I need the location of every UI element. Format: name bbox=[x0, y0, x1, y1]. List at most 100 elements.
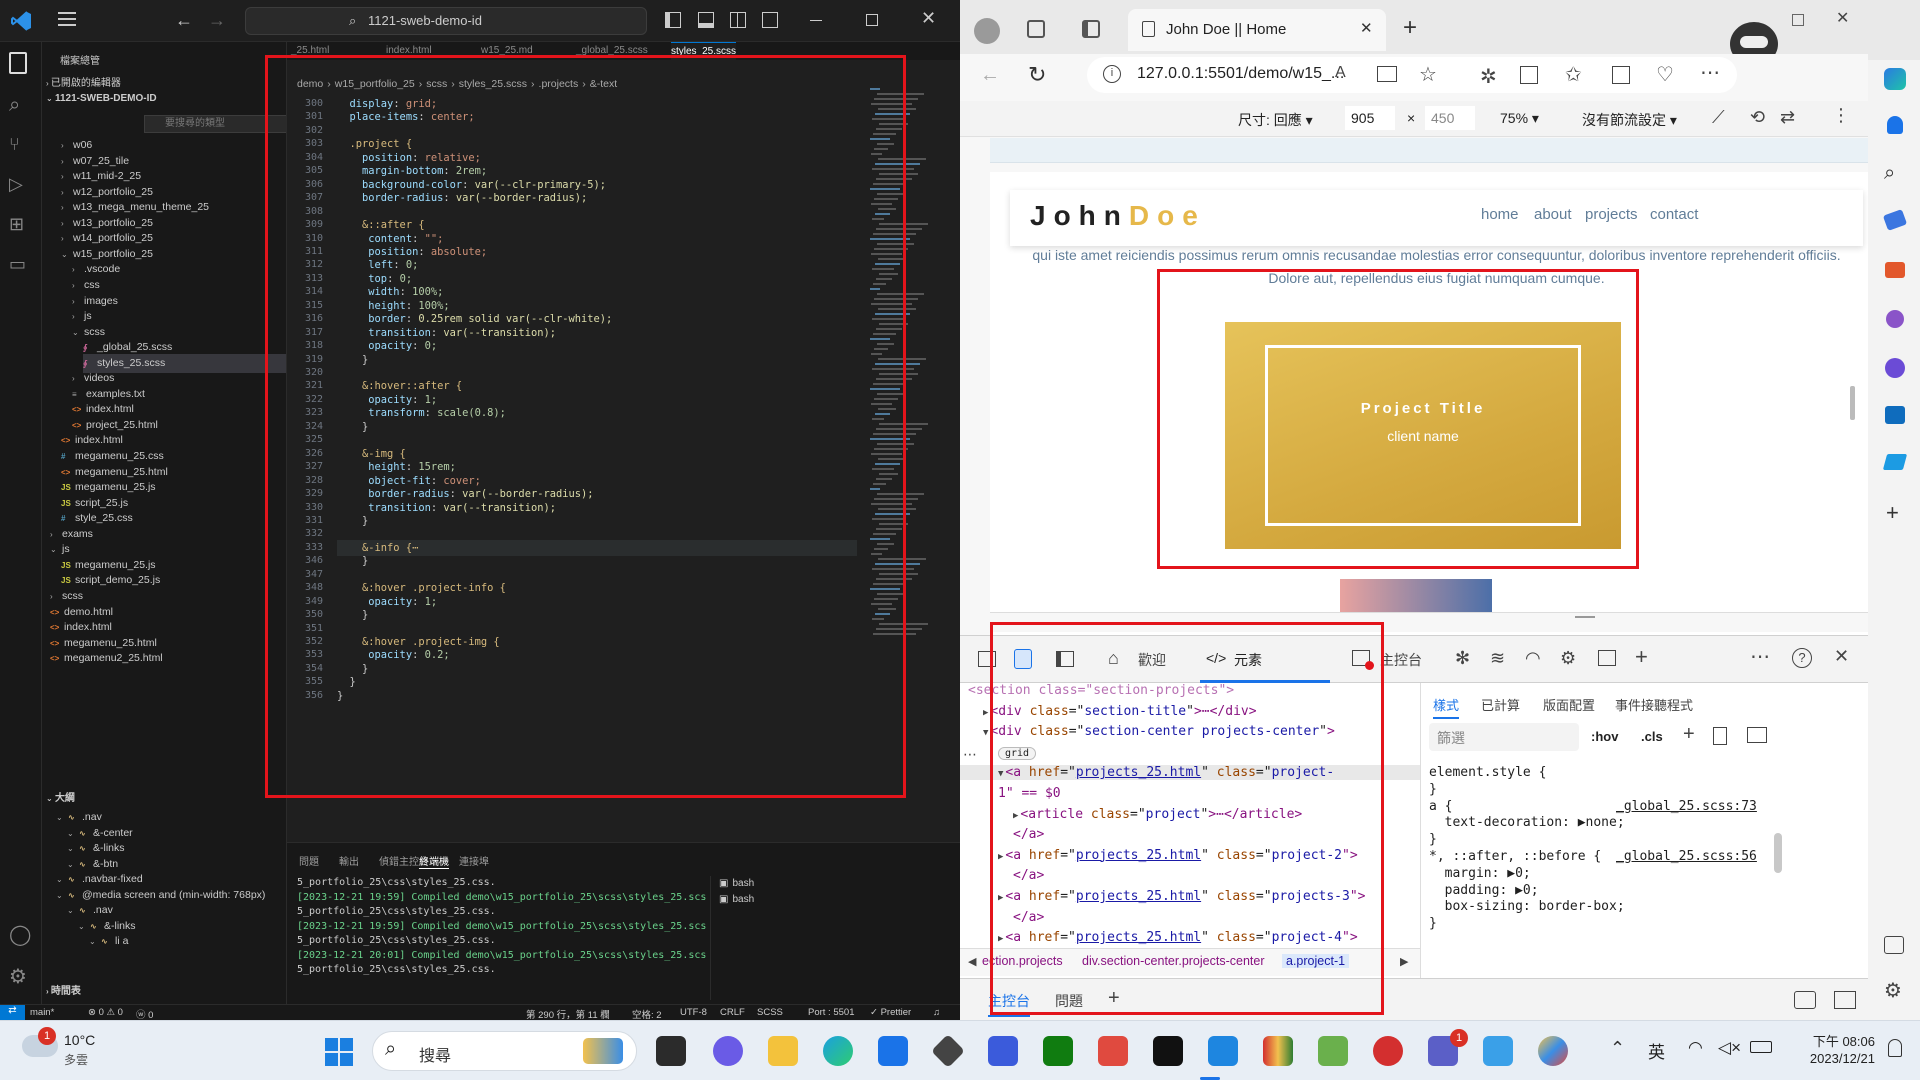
menu-icon[interactable] bbox=[58, 12, 76, 26]
collections-icon[interactable] bbox=[1612, 66, 1630, 84]
dom-crumb[interactable]: ection.projects bbox=[982, 954, 1063, 968]
dom-node[interactable]: 1" == $0 bbox=[998, 786, 1061, 801]
dom-node[interactable]: ▶ <a href="projects_25.html" class="proje… bbox=[998, 848, 1358, 863]
browser-essentials-icon[interactable]: ♡ bbox=[1656, 62, 1674, 87]
vscode-taskbar-icon[interactable] bbox=[1208, 1036, 1238, 1066]
media-query-bar[interactable] bbox=[990, 138, 1868, 163]
breadcrumb-item[interactable]: w15_portfolio_25 bbox=[335, 78, 415, 90]
refresh-icon[interactable]: ↻ bbox=[1028, 62, 1046, 88]
expand-toggle-icon[interactable]: ▶ bbox=[1013, 811, 1018, 821]
styles-scrollbar[interactable] bbox=[1774, 833, 1782, 873]
dom-node[interactable]: ▶ <a href="projects_25.html" class="proje… bbox=[998, 889, 1366, 904]
device-emulation-icon[interactable] bbox=[1014, 649, 1032, 669]
start-button[interactable] bbox=[325, 1038, 353, 1066]
rotate-icon[interactable]: ⟲ bbox=[1750, 107, 1765, 128]
editor-tab[interactable]: styles_25.scss bbox=[671, 42, 737, 60]
breadcrumb-item[interactable]: scss bbox=[426, 78, 447, 90]
styles-tab[interactable]: 事件接聽程式 bbox=[1615, 695, 1693, 714]
site-nav-link[interactable]: projects bbox=[1585, 206, 1638, 223]
breadcrumb-item[interactable]: styles_25.scss bbox=[459, 78, 527, 90]
dom-node[interactable]: <section class="section-projects"> bbox=[968, 683, 1234, 698]
xbox-icon[interactable] bbox=[1043, 1036, 1073, 1066]
devtools-menu-icon[interactable]: ⋯ bbox=[1750, 644, 1770, 669]
run-debug-icon[interactable]: ▷ bbox=[9, 174, 33, 198]
customize-sidebar-icon[interactable]: + bbox=[1886, 500, 1899, 526]
breadcrumb-item[interactable]: &-text bbox=[590, 78, 617, 90]
extensions-icon[interactable]: ✲ bbox=[1480, 64, 1497, 89]
dom-node[interactable]: </a> bbox=[1013, 827, 1044, 842]
style-source-link[interactable]: _global_25.scss:73 bbox=[1616, 799, 1757, 814]
application-icon[interactable] bbox=[1598, 650, 1616, 666]
browser-tab[interactable]: John Doe || Home ✕ bbox=[1128, 9, 1386, 51]
extensions-icon[interactable]: ⊞ bbox=[9, 214, 33, 238]
back-icon[interactable]: ← bbox=[980, 64, 1000, 87]
minimize-icon[interactable] bbox=[810, 20, 822, 21]
outline-item[interactable]: ⌄ ∿ li a bbox=[89, 932, 128, 951]
drawer-tab-issues[interactable]: 問題 bbox=[1055, 991, 1083, 1011]
dom-node[interactable]: ▼ <a href="projects_25.html" class="proje… bbox=[960, 765, 1420, 781]
indent-status[interactable]: 空格: 2 bbox=[632, 1007, 662, 1021]
panel-tab[interactable]: 終端機 bbox=[419, 853, 449, 869]
resize-handle[interactable] bbox=[1575, 616, 1595, 618]
dom-attr-value[interactable]: projects_25.html bbox=[1076, 848, 1201, 863]
styles-filter-input[interactable]: 篩選 bbox=[1429, 723, 1579, 751]
close-devtools-icon[interactable]: ✕ bbox=[1834, 646, 1849, 667]
throttle-select[interactable]: 沒有節流設定 ▾ bbox=[1582, 110, 1677, 130]
app-photo-icon[interactable] bbox=[1318, 1036, 1348, 1066]
terminal-instance[interactable]: ▣ bash bbox=[719, 894, 754, 905]
remote-explorer-icon[interactable]: ▭ bbox=[9, 254, 33, 278]
help-icon[interactable]: ? bbox=[1792, 648, 1812, 668]
account-icon[interactable]: ◯ bbox=[9, 922, 33, 946]
back-icon[interactable]: ← bbox=[175, 10, 193, 31]
tab-welcome[interactable]: 歡迎 bbox=[1138, 650, 1166, 670]
terminal-output[interactable]: 5_portfolio_25\css\styles_25.css. [2023-1… bbox=[297, 876, 707, 1000]
settings-icon[interactable]: ⚙ bbox=[1560, 648, 1576, 669]
dom-attr-value[interactable]: projects_25.html bbox=[1076, 765, 1201, 780]
search-icon[interactable]: ⌕ bbox=[1884, 162, 1895, 185]
speed-icon[interactable]: ◠ bbox=[1525, 648, 1541, 669]
search-icon[interactable]: ⌕ bbox=[9, 94, 33, 118]
styles-tab[interactable]: 版面配置 bbox=[1543, 695, 1595, 714]
eol-status[interactable]: CRLF bbox=[720, 1007, 745, 1018]
dom-node[interactable]: ▶ <a href="projects_25.html" class="proje… bbox=[998, 930, 1358, 945]
open-editors-section[interactable]: › 已開啟的編輯器 bbox=[46, 74, 121, 89]
dom-node[interactable]: </a> bbox=[1013, 910, 1044, 925]
ime-indicator[interactable]: 英 bbox=[1648, 1038, 1665, 1063]
maximize-icon[interactable] bbox=[1792, 14, 1804, 26]
favorite-star-icon[interactable]: ☆ bbox=[1419, 62, 1437, 87]
outlook-icon[interactable] bbox=[1885, 406, 1905, 424]
performance-icon[interactable]: ✻ bbox=[1455, 648, 1470, 669]
close-icon[interactable]: ✕ bbox=[921, 8, 936, 29]
read-aloud-icon[interactable]: A bbox=[1335, 64, 1346, 82]
drawer-dock-icon[interactable] bbox=[1794, 991, 1816, 1009]
inspect-icon[interactable] bbox=[978, 651, 996, 667]
expand-toggle-icon[interactable]: ▶ bbox=[983, 708, 988, 718]
tab-console[interactable]: 主控台 bbox=[1380, 650, 1422, 670]
source-control-icon[interactable]: ⑂ bbox=[9, 134, 33, 158]
timeline-section[interactable]: › 時間表 bbox=[46, 982, 81, 997]
crumb-left-icon[interactable]: ◀ bbox=[968, 955, 976, 968]
new-tab-button[interactable]: + bbox=[1403, 14, 1417, 42]
panel-tab[interactable]: 連接埠 bbox=[459, 853, 489, 868]
editor-tab[interactable]: _25.html bbox=[291, 42, 329, 60]
hov-toggle[interactable]: :hov bbox=[1591, 729, 1618, 744]
site-info-icon[interactable]: i bbox=[1103, 65, 1121, 83]
customize-layout-icon[interactable] bbox=[762, 12, 778, 28]
tree-item-html[interactable]: <> megamenu2_25.html bbox=[50, 649, 163, 668]
drawer-add-icon[interactable]: + bbox=[1108, 987, 1120, 1010]
notifications-icon[interactable]: ♫ bbox=[933, 1007, 940, 1018]
cursor-position[interactable]: 第 290 行，第 11 欄 bbox=[526, 1007, 610, 1021]
dom-attr-value[interactable]: projects_25.html bbox=[1076, 930, 1201, 945]
dom-crumb[interactable]: div.section-center.projects-center bbox=[1082, 954, 1265, 968]
file-explorer-icon[interactable] bbox=[768, 1036, 798, 1066]
dom-node[interactable]: grid bbox=[998, 745, 1037, 760]
expand-toggle-icon[interactable]: ▶ bbox=[998, 852, 1003, 862]
elements-tree[interactable]: <section class="section-projects"> ▶ <div … bbox=[960, 683, 1420, 948]
expand-toggle-icon[interactable]: ▶ bbox=[998, 934, 1003, 944]
node-actions-icon[interactable]: ⋯ bbox=[963, 746, 977, 763]
minimap[interactable] bbox=[870, 88, 950, 688]
notifications-bell-icon[interactable] bbox=[1887, 116, 1903, 134]
app-red-icon[interactable] bbox=[1373, 1036, 1403, 1066]
more-tools-icon[interactable]: + bbox=[1635, 644, 1648, 670]
close-tab-icon[interactable]: ✕ bbox=[1360, 19, 1373, 37]
